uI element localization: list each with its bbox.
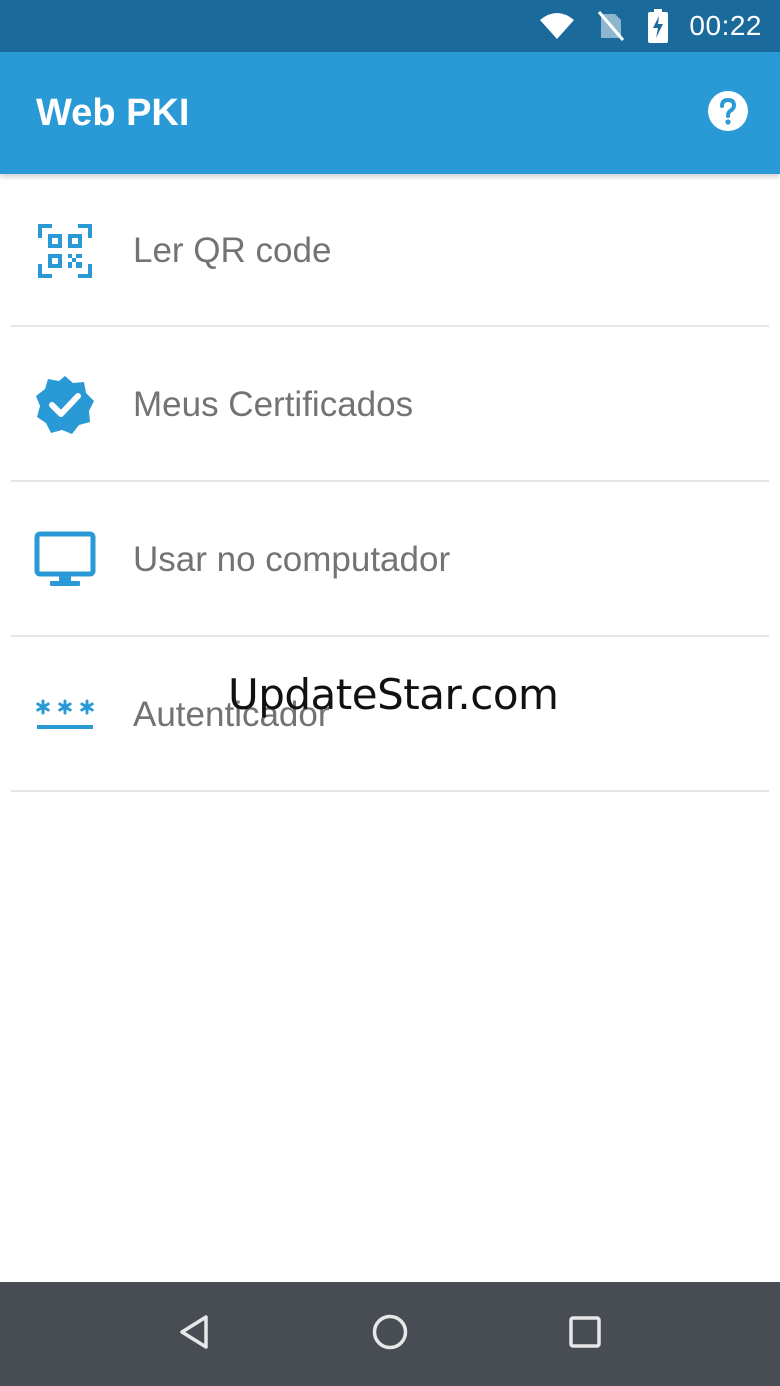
navigation-bar [0, 1282, 780, 1386]
no-sim-icon [597, 10, 625, 42]
password-asterisks-icon [34, 684, 96, 746]
back-button[interactable] [165, 1304, 225, 1364]
recents-button[interactable] [555, 1304, 615, 1364]
menu-item-label: Usar no computador [133, 539, 451, 579]
qr-code-scan-icon [34, 220, 96, 282]
desktop-monitor-icon [34, 529, 96, 591]
help-button[interactable] [706, 91, 750, 135]
verified-badge-icon [34, 374, 96, 436]
help-circle-icon [707, 90, 749, 136]
status-clock: 00:22 [689, 10, 762, 41]
wifi-icon [539, 12, 575, 40]
back-icon [178, 1314, 212, 1354]
app-bar: Web PKI [0, 52, 780, 174]
battery-charging-icon [647, 9, 669, 43]
home-button[interactable] [360, 1304, 420, 1364]
menu-item-label: Ler QR code [133, 230, 332, 270]
menu-item-label: Meus Certificados [133, 384, 414, 424]
menu-list: Ler QR code Meus Certificados Usar no co… [0, 174, 780, 792]
app-title: Web PKI [36, 91, 190, 134]
menu-item-my-certificates[interactable]: Meus Certificados [0, 327, 780, 482]
home-icon [371, 1313, 409, 1355]
menu-item-label: Autenticador [133, 694, 330, 734]
menu-item-use-on-computer[interactable]: Usar no computador [0, 482, 780, 637]
menu-item-authenticator[interactable]: Autenticador [0, 637, 780, 792]
menu-item-read-qr[interactable]: Ler QR code [0, 174, 780, 327]
divider [11, 790, 769, 792]
status-bar: 00:22 [0, 0, 780, 52]
recents-icon [568, 1315, 602, 1353]
